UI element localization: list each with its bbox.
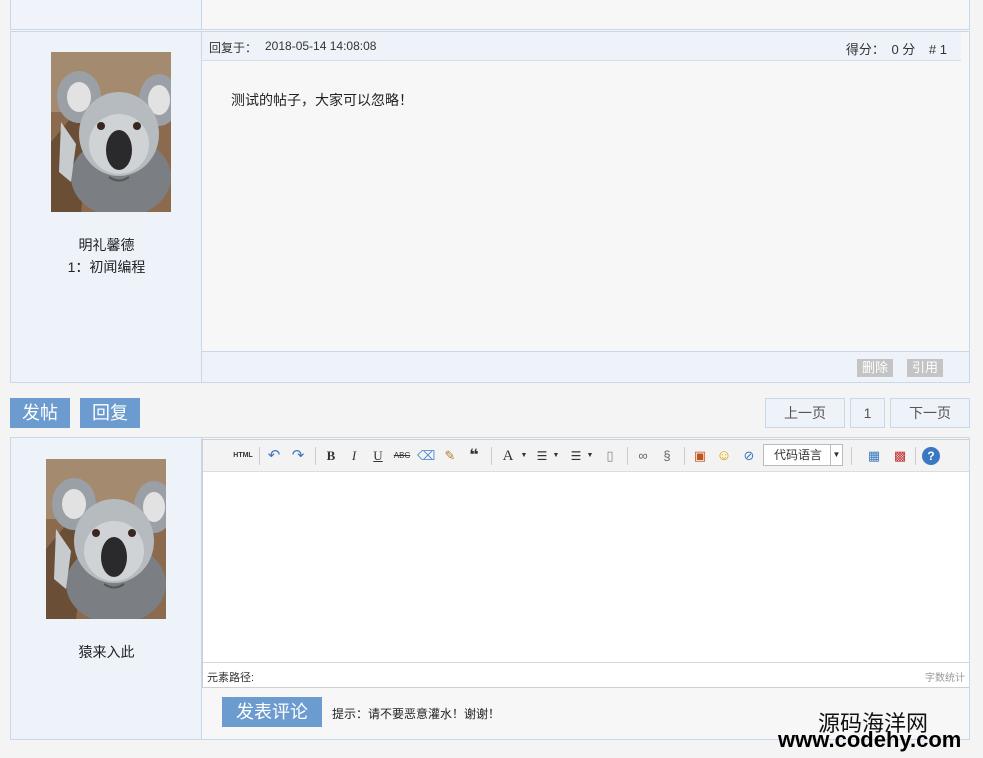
strikethrough-icon[interactable]: ABC <box>393 447 411 465</box>
submit-comment-button[interactable]: 发表评论 <box>222 697 322 727</box>
table-icon[interactable]: ▦ <box>865 447 883 465</box>
help-icon[interactable]: ? <box>922 447 940 465</box>
link-icon[interactable]: ∞ <box>634 447 652 465</box>
eraser-icon[interactable]: ⌫ <box>417 447 435 465</box>
reply-author-avatar[interactable] <box>46 459 166 619</box>
koala-avatar-image <box>46 459 166 619</box>
current-page[interactable]: 1 <box>850 398 885 428</box>
reply-button[interactable]: 回复 <box>80 398 140 428</box>
post-author-panel: 明礼馨德 1：初闻编程 <box>11 32 202 382</box>
element-path-label: 元素路径: <box>207 672 255 684</box>
blockquote-icon[interactable]: ❝ <box>465 447 483 465</box>
editor-content-area[interactable] <box>203 473 969 662</box>
quote-button[interactable]: 引用 <box>907 359 944 377</box>
code-language-label: 代码语言 <box>774 448 823 462</box>
italic-icon[interactable]: I <box>345 447 363 465</box>
code-language-select[interactable]: 代码语言 ▼ <box>763 444 843 466</box>
chevron-down-icon[interactable]: ▼ <box>581 447 599 465</box>
score-area: 得分： 0 分 # 1 <box>846 39 947 58</box>
author-level: 1：初闻编程 <box>67 259 146 275</box>
reply-author-name[interactable]: 猿来入此 <box>11 642 202 662</box>
new-post-button[interactable]: 发帖 <box>10 398 70 428</box>
koala-avatar-image <box>51 52 171 212</box>
author-name[interactable]: 明礼馨德 <box>11 235 202 255</box>
unlink-icon[interactable]: § <box>658 447 676 465</box>
reply-form: 猿来入此 HTML ↶ ↷ B I U ABC ⌫ ✎ ❝ A ▼ ☰ ▼ ☰ … <box>10 437 970 740</box>
reply-author-panel: 猿来入此 <box>11 438 202 739</box>
post-header: 回复于： 2018-05-14 14:08:08 得分： 0 分 # 1 <box>202 32 961 61</box>
chevron-down-icon[interactable]: ▼ <box>547 447 565 465</box>
score-label: 得分： <box>845 42 885 57</box>
chevron-down-icon[interactable]: ▼ <box>515 447 533 465</box>
post-content: 测试的帖子，大家可以忽略！ <box>231 92 413 108</box>
editor-statusbar: 元素路径: 字数统计 <box>203 662 969 687</box>
attachment-icon[interactable]: ⊘ <box>740 447 758 465</box>
reply-time-label: 回复于： <box>209 41 258 55</box>
next-page-button[interactable]: 下一页 <box>890 398 970 428</box>
bold-icon[interactable]: B <box>322 447 340 465</box>
watermark-url: www.codehy.com <box>778 727 962 752</box>
score-value: 0 分 <box>891 42 916 57</box>
delete-button[interactable]: 删除 <box>857 359 894 377</box>
image-icon[interactable]: ▣ <box>691 447 709 465</box>
emoticon-icon[interactable]: ☺ <box>715 447 733 465</box>
prev-page-button[interactable]: 上一页 <box>765 398 845 428</box>
delete-table-icon[interactable]: ▩ <box>891 447 909 465</box>
redo-icon[interactable]: ↷ <box>289 447 307 465</box>
previous-post-remnant <box>10 0 970 30</box>
format-brush-icon[interactable]: ✎ <box>441 447 459 465</box>
chevron-down-icon: ▼ <box>830 445 842 465</box>
author-avatar[interactable] <box>51 52 171 212</box>
posting-hint: 提示：请不要恶意灌水！谢谢！ <box>332 707 501 721</box>
previous-post-body <box>202 0 969 29</box>
rich-text-editor: HTML ↶ ↷ B I U ABC ⌫ ✎ ❝ A ▼ ☰ ▼ ☰ ▼ ▯ ∞… <box>202 439 969 688</box>
undo-icon[interactable]: ↶ <box>265 447 283 465</box>
html-source-icon[interactable]: HTML <box>231 447 255 465</box>
editor-toolbar: HTML ↶ ↷ B I U ABC ⌫ ✎ ❝ A ▼ ☰ ▼ ☰ ▼ ▯ ∞… <box>203 440 969 472</box>
reply-time: 2018-05-14 14:08:08 <box>265 39 377 53</box>
floor-number: # 1 <box>928 42 947 57</box>
underline-icon[interactable]: U <box>369 447 387 465</box>
word-count[interactable]: 字数统计 <box>925 669 965 684</box>
page-icon[interactable]: ▯ <box>601 447 619 465</box>
reply-post: 明礼馨德 1：初闻编程 回复于： 2018-05-14 14:08:08 得分：… <box>10 31 970 383</box>
post-footer: 删除 引用 <box>202 351 969 382</box>
